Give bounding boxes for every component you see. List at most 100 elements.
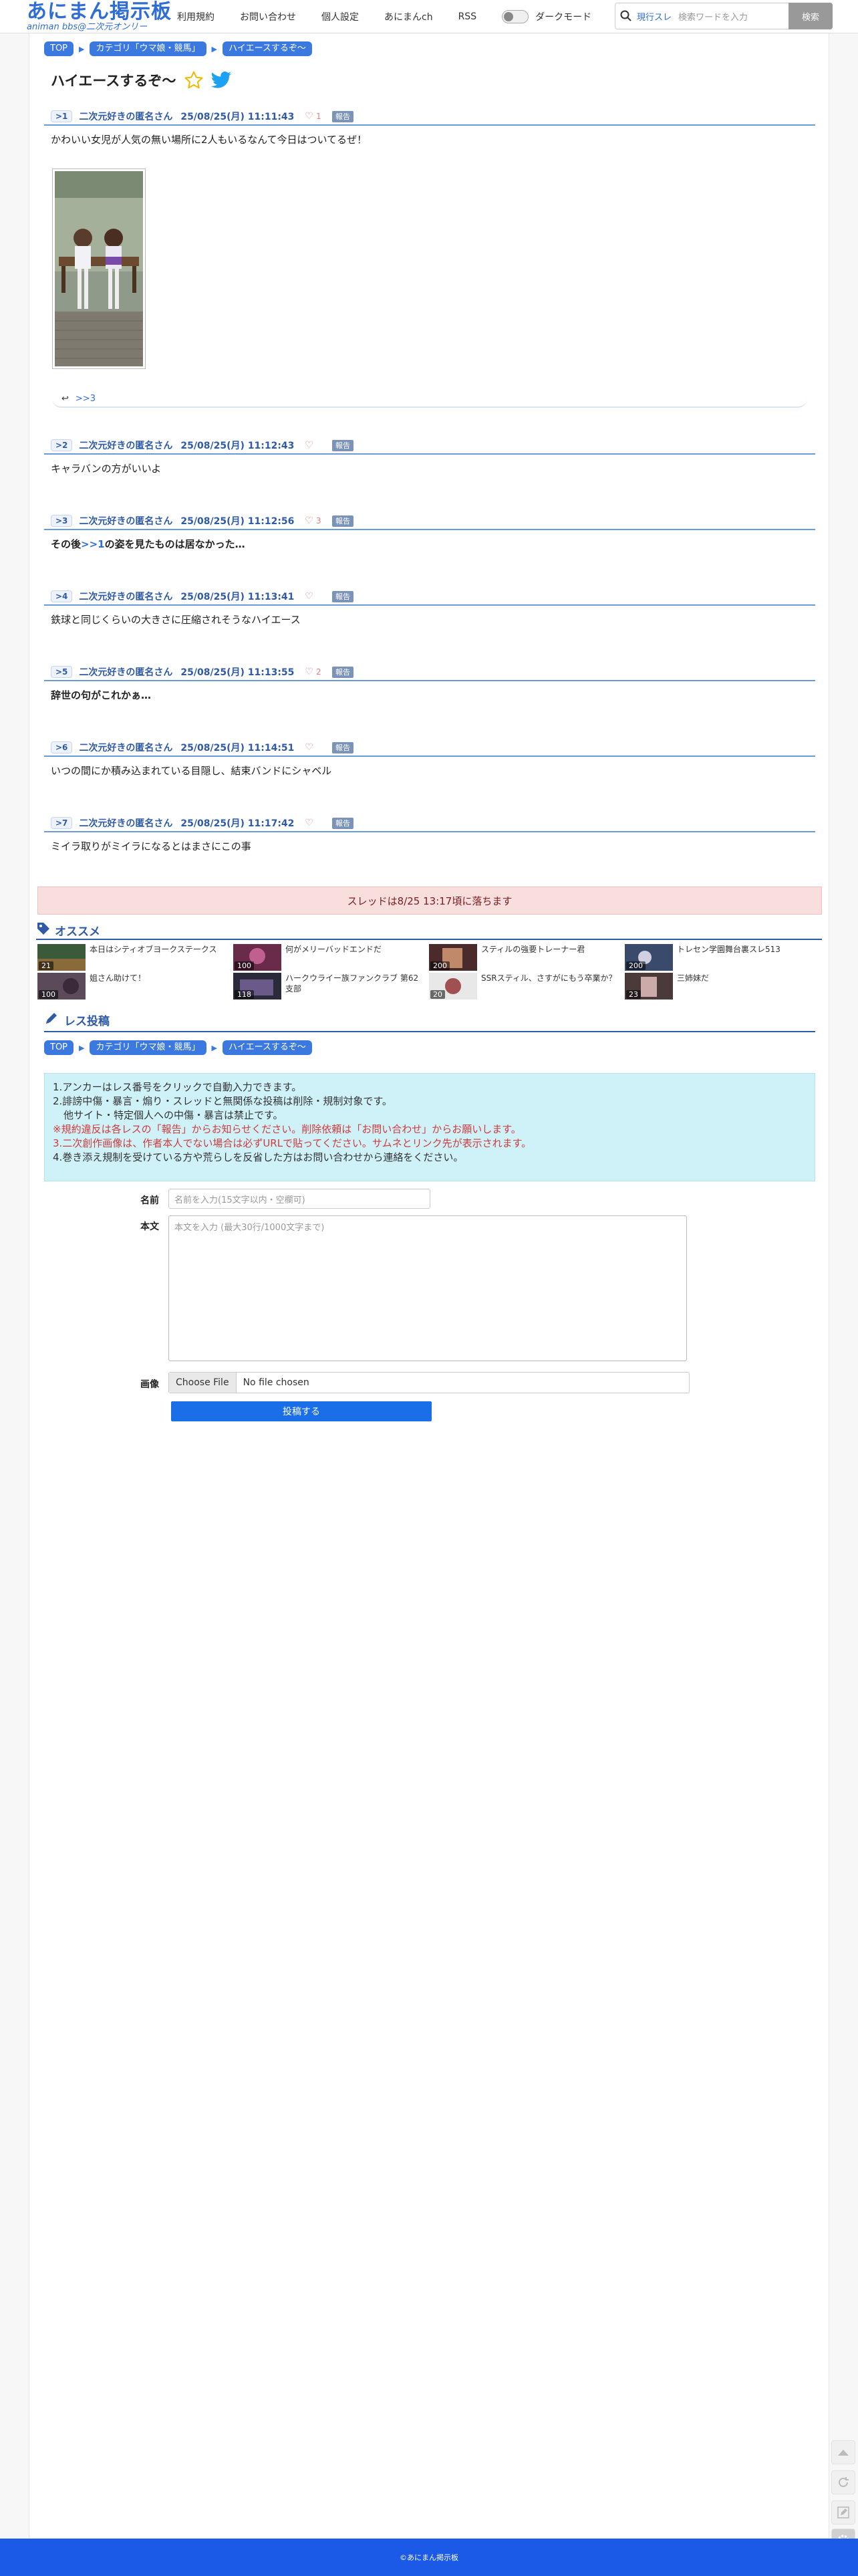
recommend-item[interactable]: 100 姐さん助けて！: [37, 973, 231, 1000]
reload-button[interactable]: [831, 2470, 855, 2494]
posting-rules-notice: 1.アンカーはレス番号をクリックで自動入力できます。 2.誹謗中傷・暴言・煽り・…: [44, 1073, 815, 1181]
anchor-link[interactable]: >>1: [81, 538, 105, 550]
twitter-share-icon[interactable]: [210, 71, 232, 90]
breadcrumb-thread[interactable]: ハイエースするぞ〜: [222, 41, 312, 56]
file-status: No file chosen: [243, 1377, 309, 1388]
site-footer: ©あにまん掲示板: [0, 2539, 858, 2576]
pencil-icon: [44, 1011, 59, 1029]
recommend-title: オススメ: [55, 925, 100, 939]
rule-line: 3.二次創作画像は、作者本人でない場合は必ずURLで貼ってください。サムネとリン…: [53, 1137, 532, 1149]
reply-link[interactable]: >>3: [76, 394, 96, 404]
breadcrumb-separator: ▶: [79, 1043, 85, 1052]
poster-name: 二次元好きの匿名さん: [79, 516, 173, 527]
recommend-title-text: スティルの強要トレーナー君: [481, 945, 585, 954]
breadcrumb-separator: ▶: [211, 1043, 217, 1052]
breadcrumb-bottom: TOP ▶ カテゴリ「ウマ娘・競馬」 ▶ ハイエースするぞ〜: [44, 1040, 312, 1055]
report-button[interactable]: 報告: [331, 590, 353, 602]
post-header: >5 二次元好きの匿名さん 25/08/25(月) 11:13:55 ♡ 2 報…: [44, 664, 815, 681]
recommend-item[interactable]: 20 SSRスティル、さすがにもう卒業か？: [429, 973, 623, 1000]
compose-button[interactable]: [831, 2500, 855, 2525]
like-heart-icon[interactable]: ♡: [305, 591, 313, 602]
search-mode-select[interactable]: 現行スレ: [637, 10, 672, 23]
nav-contact[interactable]: お問い合わせ: [240, 10, 296, 23]
post-image-thumbnail[interactable]: [52, 168, 146, 369]
rule-line: 2.誹謗中傷・暴言・煽り・スレッドと無関係な投稿は削除・規制対象です。: [53, 1095, 392, 1107]
reply-count: 118: [235, 990, 254, 999]
report-button[interactable]: 報告: [331, 515, 353, 527]
post-date: 25/08/25(月) 11:14:51: [180, 743, 295, 753]
reply-count: 200: [626, 961, 646, 970]
breadcrumb-category[interactable]: カテゴリ「ウマ娘・競馬」: [90, 1040, 206, 1055]
post-body: ミイラ取りがミイラになるとはまさにこの事: [51, 840, 251, 852]
breadcrumb-top[interactable]: TOP: [44, 41, 74, 56]
recommend-title-text: 姐さん助けて！: [90, 973, 146, 983]
choose-file-button[interactable]: Choose File: [169, 1373, 237, 1393]
recommend-title-text: SSRスティル、さすがにもう卒業か？: [481, 973, 617, 983]
search-button[interactable]: 検索: [789, 3, 833, 29]
body-textarea[interactable]: 本文を入力 (最大30行/1000文字まで): [168, 1215, 687, 1361]
post-date: 25/08/25(月) 11:12:43: [180, 441, 295, 451]
search-input[interactable]: 検索ワードを入力: [678, 10, 778, 23]
recommend-item[interactable]: 200 トレセン学園舞台裏スレ513: [625, 944, 819, 971]
post-body-text: その後: [51, 538, 82, 550]
favorite-star-icon[interactable]: [184, 70, 204, 90]
image-label: 画像: [140, 1379, 159, 1390]
like-heart-icon[interactable]: ♡: [305, 111, 313, 122]
top-nav: 利用規約 お問い合わせ 個人設定 あにまんch RSS ダークモード: [177, 0, 591, 33]
like-count: 3: [315, 516, 321, 525]
submit-post-button[interactable]: 投稿する: [171, 1401, 432, 1421]
post-6: >6 二次元好きの匿名さん 25/08/25(月) 11:14:51 ♡ 報告 …: [44, 739, 815, 778]
res-number[interactable]: >3: [51, 515, 73, 527]
thread-title: ハイエースするぞ〜: [51, 73, 176, 89]
res-number[interactable]: >5: [51, 666, 73, 678]
report-button[interactable]: 報告: [331, 817, 353, 829]
report-button[interactable]: 報告: [331, 110, 353, 122]
dark-mode-toggle[interactable]: [502, 10, 529, 23]
like-heart-icon[interactable]: ♡: [305, 515, 313, 526]
nav-rss[interactable]: RSS: [458, 11, 477, 22]
main-column: TOP ▶ カテゴリ「ウマ娘・競馬」 ▶ ハイエースするぞ〜 ハイエースするぞ〜…: [29, 33, 829, 2538]
recommend-item[interactable]: 23 三姉妹だ: [625, 973, 819, 1000]
breadcrumb-thread[interactable]: ハイエースするぞ〜: [222, 1040, 312, 1055]
reply-count: 100: [235, 961, 254, 970]
like-heart-icon[interactable]: ♡: [305, 818, 313, 828]
site-logo[interactable]: あにまん掲示板 animan bbs@二次元オンリー: [27, 1, 172, 32]
report-button[interactable]: 報告: [331, 439, 353, 451]
like-heart-icon[interactable]: ♡: [305, 742, 313, 753]
image-file-input[interactable]: Choose File No file chosen: [168, 1372, 690, 1393]
nav-animanch[interactable]: あにまんch: [384, 10, 433, 23]
recommend-title-text: トレセン学園舞台裏スレ513: [677, 945, 780, 954]
post-1: >1 二次元好きの匿名さん 25/08/25(月) 11:11:43 ♡ 1 報…: [44, 108, 815, 408]
recommend-item[interactable]: 118 ハークウライー族ファンクラブ 第62支部: [233, 973, 427, 1000]
res-number[interactable]: >4: [51, 590, 73, 602]
report-button[interactable]: 報告: [331, 666, 353, 678]
body-label: 本文: [140, 1221, 159, 1232]
thread-expiry-notice: スレッドは8/25 13:17頃に落ちます: [37, 887, 822, 915]
breadcrumb-category[interactable]: カテゴリ「ウマ娘・競馬」: [90, 41, 206, 56]
nav-terms[interactable]: 利用規約: [177, 10, 214, 23]
post-7: >7 二次元好きの匿名さん 25/08/25(月) 11:17:42 ♡ 報告 …: [44, 815, 815, 854]
poster-name: 二次元好きの匿名さん: [79, 441, 173, 451]
recommend-item[interactable]: 200 スティルの強要トレーナー君: [429, 944, 623, 971]
recommend-item[interactable]: 21 本日はシティオブヨークステークス: [37, 944, 231, 971]
report-button[interactable]: 報告: [331, 741, 353, 753]
breadcrumb-separator: ▶: [79, 44, 85, 53]
poster-name: 二次元好きの匿名さん: [79, 592, 173, 602]
scroll-top-button[interactable]: [831, 2440, 855, 2464]
post-body: かわいい女児が人気の無い場所に2人もいるなんて今日はついてるぜ！: [51, 134, 368, 146]
breadcrumb-top[interactable]: TOP: [44, 1040, 74, 1055]
res-number[interactable]: >1: [51, 110, 73, 122]
poster-name: 二次元好きの匿名さん: [79, 818, 173, 829]
name-input[interactable]: 名前を入力(15文字以内・空欄可): [168, 1189, 430, 1209]
recommend-title-text: ハークウライー族ファンクラブ 第62支部: [285, 973, 419, 993]
like-heart-icon[interactable]: ♡: [305, 440, 313, 451]
res-number[interactable]: >6: [51, 741, 73, 753]
post-header: >6 二次元好きの匿名さん 25/08/25(月) 11:14:51 ♡ 報告: [44, 739, 815, 757]
recommend-item[interactable]: 100 何がメリーバッドエンドだ: [233, 944, 427, 971]
res-number[interactable]: >2: [51, 439, 73, 451]
res-number[interactable]: >7: [51, 817, 73, 829]
rule-line: 他サイト・特定個人への中傷・暴言は禁止です。: [63, 1109, 283, 1121]
post-header: >7 二次元好きの匿名さん 25/08/25(月) 11:17:42 ♡ 報告: [44, 815, 815, 832]
nav-settings[interactable]: 個人設定: [321, 10, 359, 23]
like-heart-icon[interactable]: ♡: [305, 667, 313, 677]
